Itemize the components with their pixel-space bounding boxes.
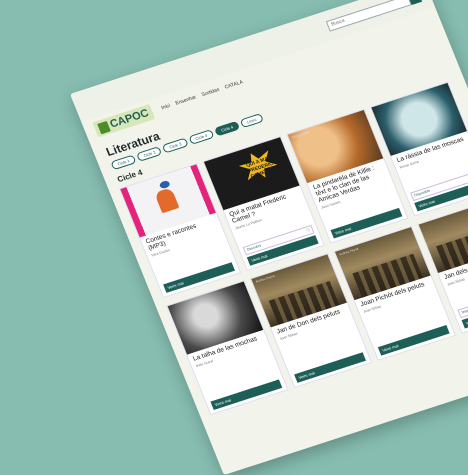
nav-item-sortidas[interactable]: Sortidas	[201, 87, 221, 98]
availability-text: Disponible	[413, 188, 431, 198]
page-sheet: ⚲ CAPOC Inici Ensenhar Sortidas CATALA L…	[70, 0, 468, 475]
see-more-button[interactable]: Veire mai	[294, 352, 366, 383]
fox-illustration	[154, 187, 180, 214]
search-icon: ⚲	[411, 0, 417, 1]
bird-illustration	[158, 179, 171, 190]
nav-item-catala[interactable]: CATALA	[224, 79, 244, 90]
availability-text: Descobrir	[246, 243, 263, 252]
info-icon: ⓘ	[305, 227, 311, 233]
availability-text: Disponible	[460, 305, 468, 315]
cover-author-label: Andrieu Peyrat	[254, 273, 276, 284]
nav-item-inici[interactable]: Inici	[160, 103, 171, 111]
availability-box: Disponibleⓘ	[457, 287, 468, 319]
see-more-button[interactable]: Veire mai	[210, 379, 283, 411]
nav-item-ensenhar[interactable]: Ensenhar	[175, 94, 198, 106]
see-more-button[interactable]: Veire mai	[377, 325, 450, 356]
figures-illustration	[436, 226, 468, 271]
cover-author-label: Andrieu Peyrat	[338, 246, 359, 257]
logo-text: CAPOC	[108, 107, 151, 131]
cover-author-label: Sèrga Sorque	[291, 129, 311, 140]
